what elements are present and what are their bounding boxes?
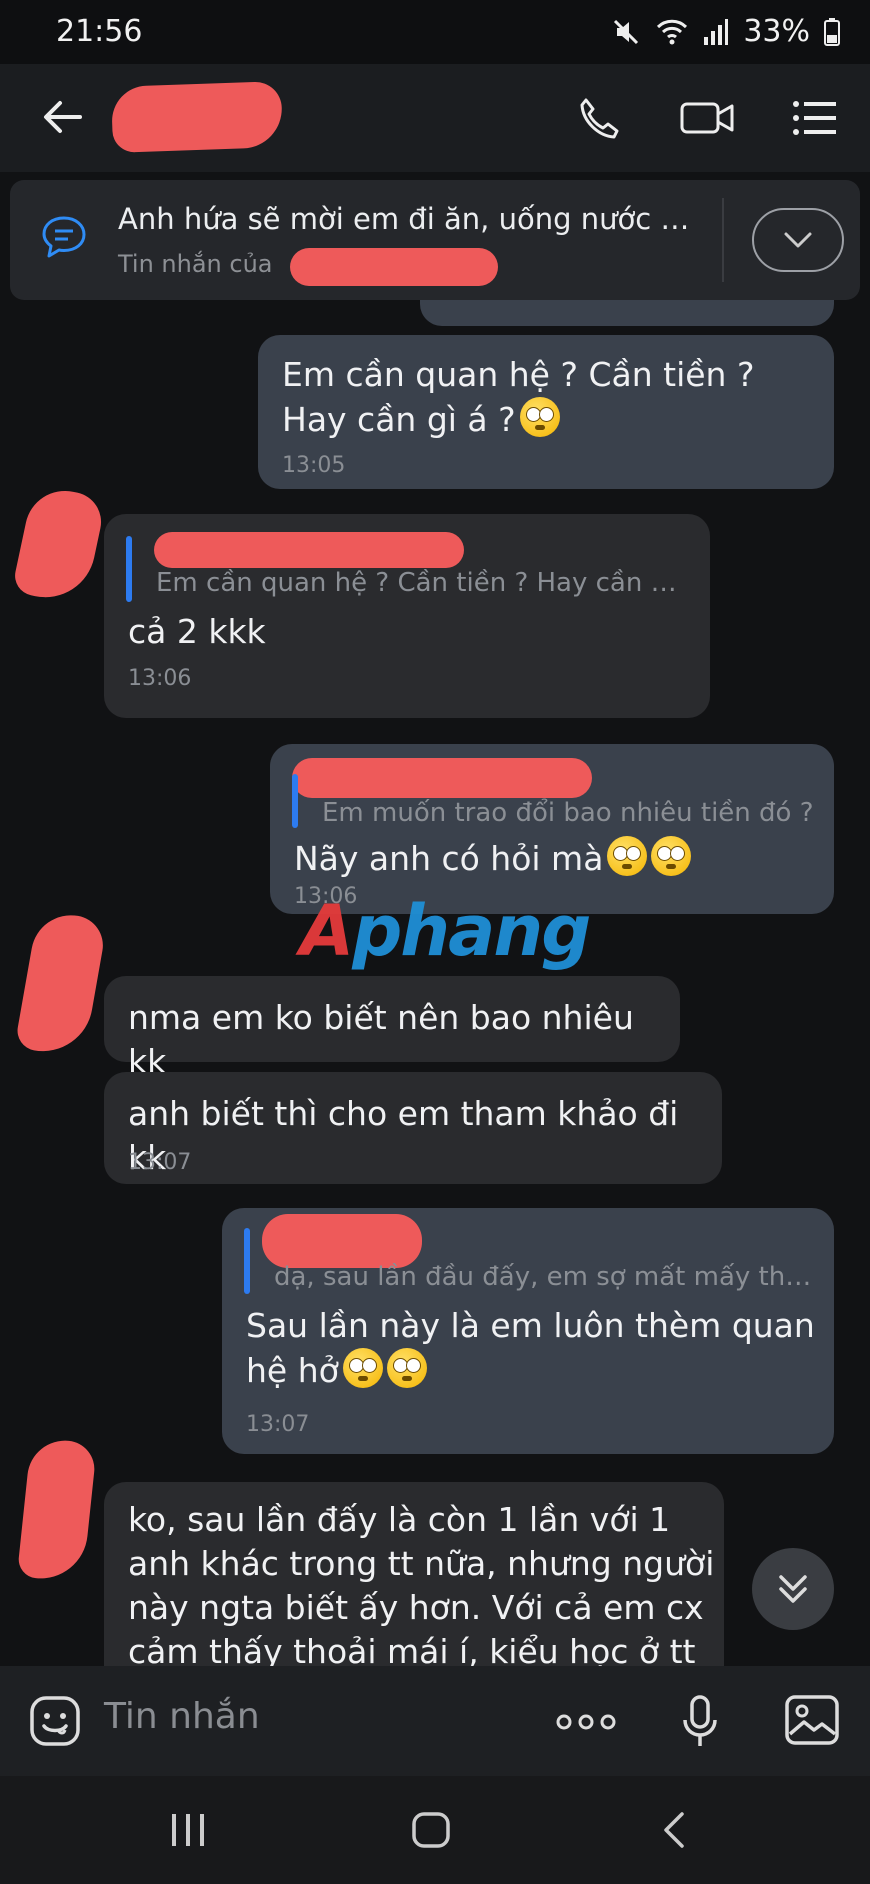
back-arrow-icon[interactable] (40, 94, 86, 140)
message-bubble-incoming[interactable]: Em cần quan hệ ? Cần tiền ? Hay cần gì..… (104, 514, 710, 718)
battery-percent: 33% (743, 14, 810, 49)
message-text-line: Sau lần này là em luôn thèm quan (246, 1306, 815, 1345)
reply-quote-bar (292, 774, 298, 828)
reply-quote-text: Em cần quan hệ ? Cần tiền ? Hay cần gì..… (156, 568, 686, 598)
message-timestamp: 13:07 (246, 1412, 310, 1437)
chevron-down-icon (784, 232, 812, 248)
microphone-icon[interactable] (680, 1694, 720, 1750)
conversation-header (0, 64, 870, 172)
message-list[interactable]: Em cần quan hệ ? Cần tiền ? Hay cần gì á… (0, 300, 870, 1666)
sender-name-redaction (290, 248, 498, 286)
message-text: Nãy anh có hỏi mà (294, 836, 692, 881)
rolling-eyes-emoji-icon (519, 397, 560, 437)
message-bubble-outgoing[interactable]: Em muốn trao đổi bao nhiêu tiền đó ? Nãy… (270, 744, 834, 914)
avatar-redaction (16, 1436, 98, 1584)
watermark-text: phang (352, 890, 591, 972)
avatar-redaction (14, 908, 108, 1060)
voice-call-icon[interactable] (574, 94, 622, 142)
reply-quote-text: dạ, sau lần đầu đấy, em sợ mất mấy thá..… (274, 1262, 814, 1292)
watermark-letter: A (300, 890, 354, 972)
status-icons: 33% (611, 14, 840, 49)
message-text: Sau lần này là em luôn thèm quan hệ hở (246, 1304, 816, 1393)
reply-quote-bar (244, 1228, 250, 1294)
recent-apps-icon[interactable] (168, 1810, 208, 1850)
message-text-content: Nãy anh có hỏi mà (294, 839, 604, 878)
menu-list-icon[interactable] (790, 94, 840, 142)
quoted-sender-redaction (154, 532, 464, 568)
double-chevron-down-icon (779, 1575, 807, 1603)
message-timestamp: 13:05 (282, 453, 346, 478)
reply-quote-text: Em muốn trao đổi bao nhiêu tiền đó ? (322, 798, 814, 828)
message-input[interactable]: Tin nhắn (104, 1696, 260, 1737)
back-nav-icon[interactable] (660, 1810, 690, 1850)
reply-quote-bar (126, 536, 132, 602)
message-text-line: cảm thấy thoải mái í, kiểu học ở tt (128, 1632, 696, 1666)
message-bubble-outgoing[interactable]: Em cần quan hệ ? Cần tiền ? Hay cần gì á… (258, 335, 834, 489)
rolling-eyes-emoji-icon (607, 836, 648, 876)
message-text: ko, sau lần đấy là còn 1 lần với 1 anh k… (128, 1498, 718, 1666)
rolling-eyes-emoji-icon (386, 1348, 427, 1388)
image-gallery-icon[interactable] (784, 1694, 840, 1746)
signal-icon (704, 18, 729, 45)
message-text-line: này ngta biết ấy hơn. Với cả em cx (128, 1588, 704, 1627)
message-text-line: ko, sau lần đấy là còn 1 lần với 1 (128, 1500, 671, 1539)
emoji-sticker-icon[interactable] (28, 1694, 82, 1748)
pinned-message-sender-label: Tin nhắn của (118, 250, 273, 278)
more-options-icon[interactable] (556, 1714, 616, 1730)
status-time: 21:56 (56, 14, 143, 49)
scroll-to-bottom-button[interactable] (752, 1548, 834, 1630)
mute-icon (614, 19, 639, 44)
system-navigation-bar (0, 1776, 870, 1884)
message-text-line: anh khác trong tt nữa, nhưng người (128, 1544, 715, 1583)
message-bubble-outgoing[interactable]: dạ, sau lần đầu đấy, em sợ mất mấy thá..… (222, 1208, 834, 1454)
message-text-content: hệ hở (246, 1351, 339, 1390)
message-timestamp: 13:06 (128, 666, 192, 691)
message-text: cả 2 kkk (128, 612, 266, 651)
message-bubble-incoming[interactable]: ko, sau lần đấy là còn 1 lần với 1 anh k… (104, 1482, 724, 1666)
pinned-message-banner[interactable]: Anh hứa sẽ mời em đi ăn, uống nước v... … (10, 180, 860, 300)
message-bubble-incoming[interactable]: nma em ko biết nên bao nhiêu kk (104, 976, 680, 1081)
battery-icon (824, 17, 840, 46)
rolling-eyes-emoji-icon (342, 1348, 383, 1388)
status-bar: 21:56 33% (0, 0, 870, 64)
rolling-eyes-emoji-icon (651, 836, 692, 876)
watermark-logo: Aphang (300, 890, 591, 972)
pinned-divider (722, 198, 724, 282)
message-text-line: hệ hở (246, 1348, 816, 1393)
contact-name-redaction (110, 81, 284, 153)
message-timestamp: 13:07 (128, 1150, 192, 1175)
home-icon[interactable] (410, 1810, 452, 1850)
message-text: nma em ko biết nên bao nhiêu kk (128, 998, 634, 1081)
quoted-sender-redaction (262, 1214, 422, 1268)
pinned-message-text: Anh hứa sẽ mời em đi ăn, uống nước v... (118, 202, 698, 236)
video-call-icon[interactable] (678, 94, 738, 142)
message-text-content: Em cần quan hệ ? Cần tiền ? Hay cần gì á… (282, 355, 755, 439)
message-text: anh biết thì cho em tham khảo đi kk (128, 1094, 679, 1177)
message-composer: Tin nhắn (0, 1666, 870, 1776)
avatar-redaction (11, 483, 107, 607)
wifi-icon (657, 19, 688, 44)
chat-bubble-icon (42, 216, 86, 258)
message-bubble-incoming[interactable]: anh biết thì cho em tham khảo đi kk 13:0… (104, 1072, 722, 1184)
quoted-sender-redaction (292, 758, 592, 798)
expand-pinned-button[interactable] (752, 208, 844, 272)
message-bubble-partial[interactable] (420, 300, 834, 326)
message-text: Em cần quan hệ ? Cần tiền ? Hay cần gì á… (282, 353, 822, 442)
